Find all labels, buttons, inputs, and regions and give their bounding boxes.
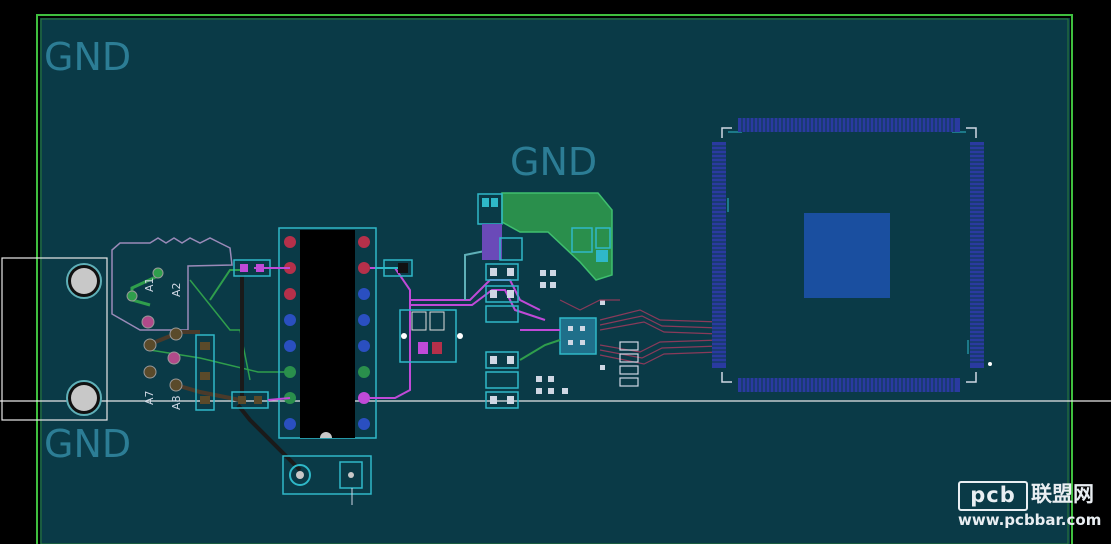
dip-ic-body <box>300 230 355 438</box>
qfp-cpu-pins-top <box>738 118 960 132</box>
pad-brown-3[interactable] <box>143 365 157 379</box>
copper-pour-gnd <box>40 18 1070 544</box>
gnd-label-center: GND <box>510 140 597 184</box>
silk-pin-a1: A1 <box>143 277 156 292</box>
pad-brown-1[interactable] <box>169 327 183 341</box>
pcb-layout-canvas[interactable]: GND GND GND A1 A2 A7 A8 <box>0 0 1111 544</box>
pad-magenta[interactable] <box>141 315 155 329</box>
silk-pin-a7: A7 <box>143 390 156 405</box>
qfp-cpu-pins-bottom <box>738 378 960 392</box>
watermark-logo: pcb <box>958 481 1028 511</box>
watermark-name: 联盟网 <box>1031 482 1094 506</box>
pad-a1[interactable] <box>152 267 164 279</box>
watermark-url: www.pcbbar.com <box>958 511 1102 529</box>
pad-brown-2[interactable] <box>143 338 157 352</box>
silk-pin-a2: A2 <box>170 282 183 297</box>
pad-magenta-2[interactable] <box>167 351 181 365</box>
silk-pin-a8: A8 <box>170 395 183 410</box>
gnd-label-bottom-left: GND <box>44 422 131 466</box>
gnd-label-top-left: GND <box>44 35 131 79</box>
pad-brown-4[interactable] <box>169 378 183 392</box>
cpu-exposed-pad[interactable] <box>804 213 890 298</box>
pad-green[interactable] <box>126 290 138 302</box>
pcbbar-watermark: pcb 联盟网 www.pcbbar.com <box>955 478 1111 544</box>
qfn-chip[interactable] <box>559 317 597 355</box>
